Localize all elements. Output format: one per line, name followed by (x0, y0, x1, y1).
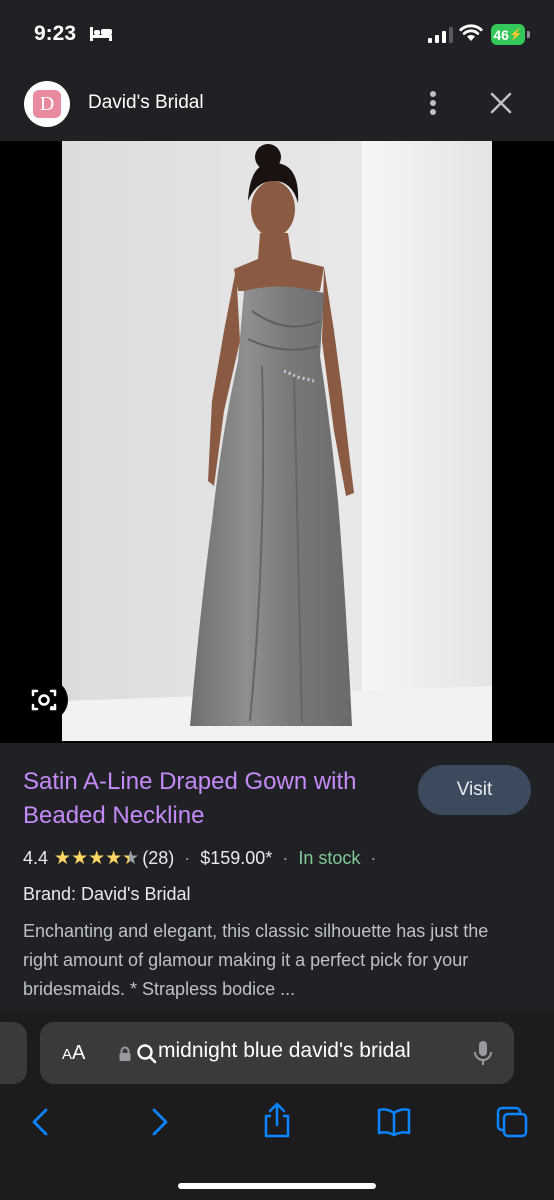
partial-star-icon: ★ (122, 848, 140, 869)
product-image[interactable] (62, 141, 492, 741)
lock-icon (119, 1046, 131, 1061)
site-logo[interactable]: D (24, 81, 70, 127)
cellular-signal-icon (428, 27, 453, 43)
page-settings-button[interactable]: AA (62, 1042, 85, 1065)
battery-tip (527, 31, 530, 38)
rating-value: 4.4 (23, 848, 49, 868)
wifi-icon (459, 24, 483, 41)
more-options-icon[interactable] (422, 90, 444, 118)
url-text[interactable]: midnight blue david's bridal (158, 1039, 456, 1063)
price: $159.00* (200, 848, 273, 868)
product-meta: 4.4 ★★★★★ (28) · $159.00* · In stock · (23, 847, 386, 870)
product-title[interactable]: Satin A-Line Draped Gown with Beaded Nec… (23, 765, 408, 833)
rating-stars: ★★★★★ (54, 848, 140, 869)
product-image-area (0, 141, 554, 743)
previous-tab-preview[interactable] (0, 1022, 27, 1084)
forward-button-icon[interactable] (150, 1107, 170, 1137)
site-name: David's Bridal (88, 92, 204, 113)
search-icon (137, 1044, 157, 1064)
visit-button[interactable]: Visit (418, 765, 531, 815)
site-header: D David's Bridal (0, 70, 554, 141)
tabs-overview-icon[interactable] (495, 1105, 529, 1139)
sleep-focus-icon (90, 27, 112, 41)
review-count: (28) (142, 848, 175, 868)
brand-line: Brand: David's Bridal (23, 884, 191, 904)
separator-dot: · (282, 848, 289, 868)
google-lens-button[interactable] (20, 679, 68, 721)
close-icon[interactable] (489, 91, 513, 115)
status-bar: 9:23 46 ⚡ (0, 0, 554, 70)
microphone-icon[interactable] (472, 1039, 494, 1067)
battery-level: 46 (493, 26, 509, 43)
separator-dot: · (184, 848, 191, 868)
camera-lens-icon (31, 689, 57, 711)
share-icon[interactable] (261, 1101, 293, 1139)
logo-letter: D (33, 90, 61, 118)
home-indicator[interactable] (178, 1183, 376, 1189)
status-time: 9:23 (34, 22, 77, 45)
separator-dot: · (370, 848, 377, 868)
browser-bottom-bar: AA midnight blue david's bridal (0, 1011, 554, 1200)
product-description: Enchanting and elegant, this classic sil… (23, 921, 489, 999)
charging-bolt-icon: ⚡ (508, 29, 523, 41)
battery-indicator: 46 ⚡ (491, 24, 525, 45)
bookmarks-icon[interactable] (376, 1107, 412, 1137)
address-bar[interactable]: AA midnight blue david's bridal (40, 1022, 514, 1084)
availability-status: In stock (298, 848, 361, 868)
product-info-panel: Satin A-Line Draped Gown with Beaded Nec… (0, 743, 554, 1011)
back-button-icon[interactable] (30, 1107, 50, 1137)
